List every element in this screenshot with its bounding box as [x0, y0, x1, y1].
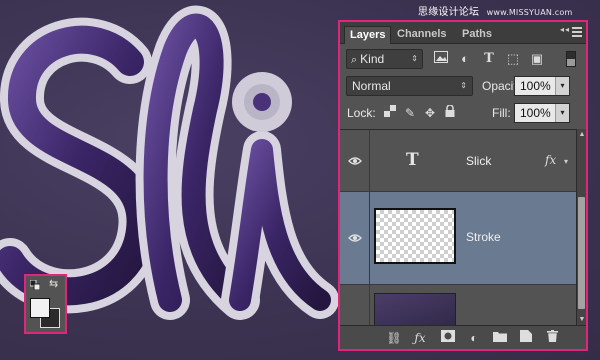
opacity-slider-toggle-icon[interactable]: ▾ [555, 77, 569, 95]
add-style-icon[interactable]: ƒx [412, 330, 428, 346]
smart-object-filter-icon[interactable]: ▣ [528, 50, 546, 68]
layer-thumbnail [374, 208, 456, 264]
fill-field[interactable]: 100% ▾ [514, 103, 570, 123]
opacity-value: 100% [520, 79, 551, 93]
opacity-field[interactable]: 100% ▾ [514, 76, 570, 96]
visibility-column [340, 130, 370, 191]
shape-filter-icon[interactable]: ⬚ [504, 50, 522, 68]
watermark-text: 思缘设计论坛 [418, 7, 480, 18]
swap-colors-icon[interactable]: ⇆ [49, 278, 58, 290]
layer-list: T Slick fx ▾ Stroke [340, 129, 576, 325]
layer-list-scrollbar[interactable]: ▲ ▼ [576, 129, 586, 325]
lock-label: Lock: [347, 106, 376, 120]
chevron-updown-icon: ⇕ [411, 54, 418, 63]
watermark: 思缘设计论坛 www.MISSYUAN.com [418, 3, 598, 18]
link-layers-icon[interactable]: ⛓ [386, 330, 402, 346]
new-group-icon[interactable] [492, 330, 508, 346]
layer-row[interactable]: T Slick fx ▾ [340, 130, 576, 192]
scroll-down-icon[interactable]: ▼ [577, 316, 586, 323]
layers-panel: Layers Channels Paths ◂◂ ⌕ Kind ⇕ ◐ T ⬚ ▣… [338, 20, 588, 351]
panel-tab-bar: Layers Channels Paths ◂◂ [340, 22, 586, 44]
fill-label: Fill: [492, 106, 511, 120]
blend-mode-dropdown[interactable]: Normal ⇕ [346, 76, 473, 96]
new-adjustment-icon[interactable]: ◐ [466, 330, 482, 346]
layer-name[interactable]: Stroke [466, 230, 501, 244]
eye-icon[interactable] [348, 233, 362, 243]
visibility-column [340, 192, 370, 284]
layer-thumbnail [374, 293, 456, 325]
text-layer-thumbnail: T [406, 150, 419, 170]
filter-row: ⌕ Kind ⇕ ◐ T ⬚ ▣ [340, 49, 586, 71]
watermark-url: www.MISSYUAN.com [486, 8, 573, 17]
fill-value: 100% [520, 106, 551, 120]
add-mask-icon[interactable] [440, 330, 456, 346]
collapse-panel-icon[interactable]: ◂◂ [560, 25, 570, 34]
color-swatch-widget: ⇆ [24, 274, 67, 334]
delete-layer-icon[interactable] [544, 330, 560, 346]
layer-row[interactable] [340, 285, 576, 325]
blend-mode-value: Normal [352, 79, 391, 93]
blend-row: Normal ⇕ Opacity: 100% ▾ [340, 76, 586, 98]
type-filter-icon[interactable]: T [480, 50, 498, 68]
layer-row-selected[interactable]: Stroke [340, 192, 576, 285]
filter-toggle[interactable] [566, 51, 576, 67]
tab-channels[interactable]: Channels [392, 26, 452, 44]
visibility-column [340, 285, 370, 325]
layer-name[interactable]: Slick [466, 154, 491, 168]
kind-filter-dropdown[interactable]: ⌕ Kind ⇕ [346, 49, 423, 69]
kind-label: Kind [360, 52, 385, 66]
layer-effects-icon[interactable]: fx [545, 153, 556, 167]
letter-i-dot-center [253, 93, 271, 111]
tab-paths[interactable]: Paths [457, 26, 497, 44]
fill-slider-toggle-icon[interactable]: ▾ [555, 104, 569, 122]
scrollbar-thumb[interactable] [578, 197, 585, 309]
lock-image-brush-icon[interactable]: ✎ [402, 105, 418, 121]
lock-position-icon[interactable]: ✥ [422, 105, 438, 121]
adjustment-filter-icon[interactable]: ◐ [456, 50, 474, 68]
pixel-filter-icon[interactable] [432, 50, 450, 68]
scroll-up-icon[interactable]: ▲ [577, 131, 586, 138]
expand-effects-icon[interactable]: ▾ [564, 157, 568, 166]
lock-all-icon[interactable] [442, 104, 458, 121]
lock-row: Lock: ✎ ✥ Fill: 100% ▾ [340, 103, 586, 127]
tab-layers[interactable]: Layers [344, 26, 392, 44]
search-icon: ⌕ [351, 54, 358, 66]
chevron-updown-icon: ⇕ [460, 81, 467, 90]
default-colors-icon[interactable] [30, 280, 40, 290]
panel-bottom-toolbar: ⛓ ƒx ◐ [340, 325, 586, 349]
foreground-color-swatch[interactable] [30, 298, 50, 318]
eye-icon[interactable] [348, 156, 362, 166]
panel-menu-icon[interactable] [572, 27, 582, 37]
lock-transparency-icon[interactable] [382, 105, 398, 121]
new-layer-icon[interactable] [518, 330, 534, 346]
